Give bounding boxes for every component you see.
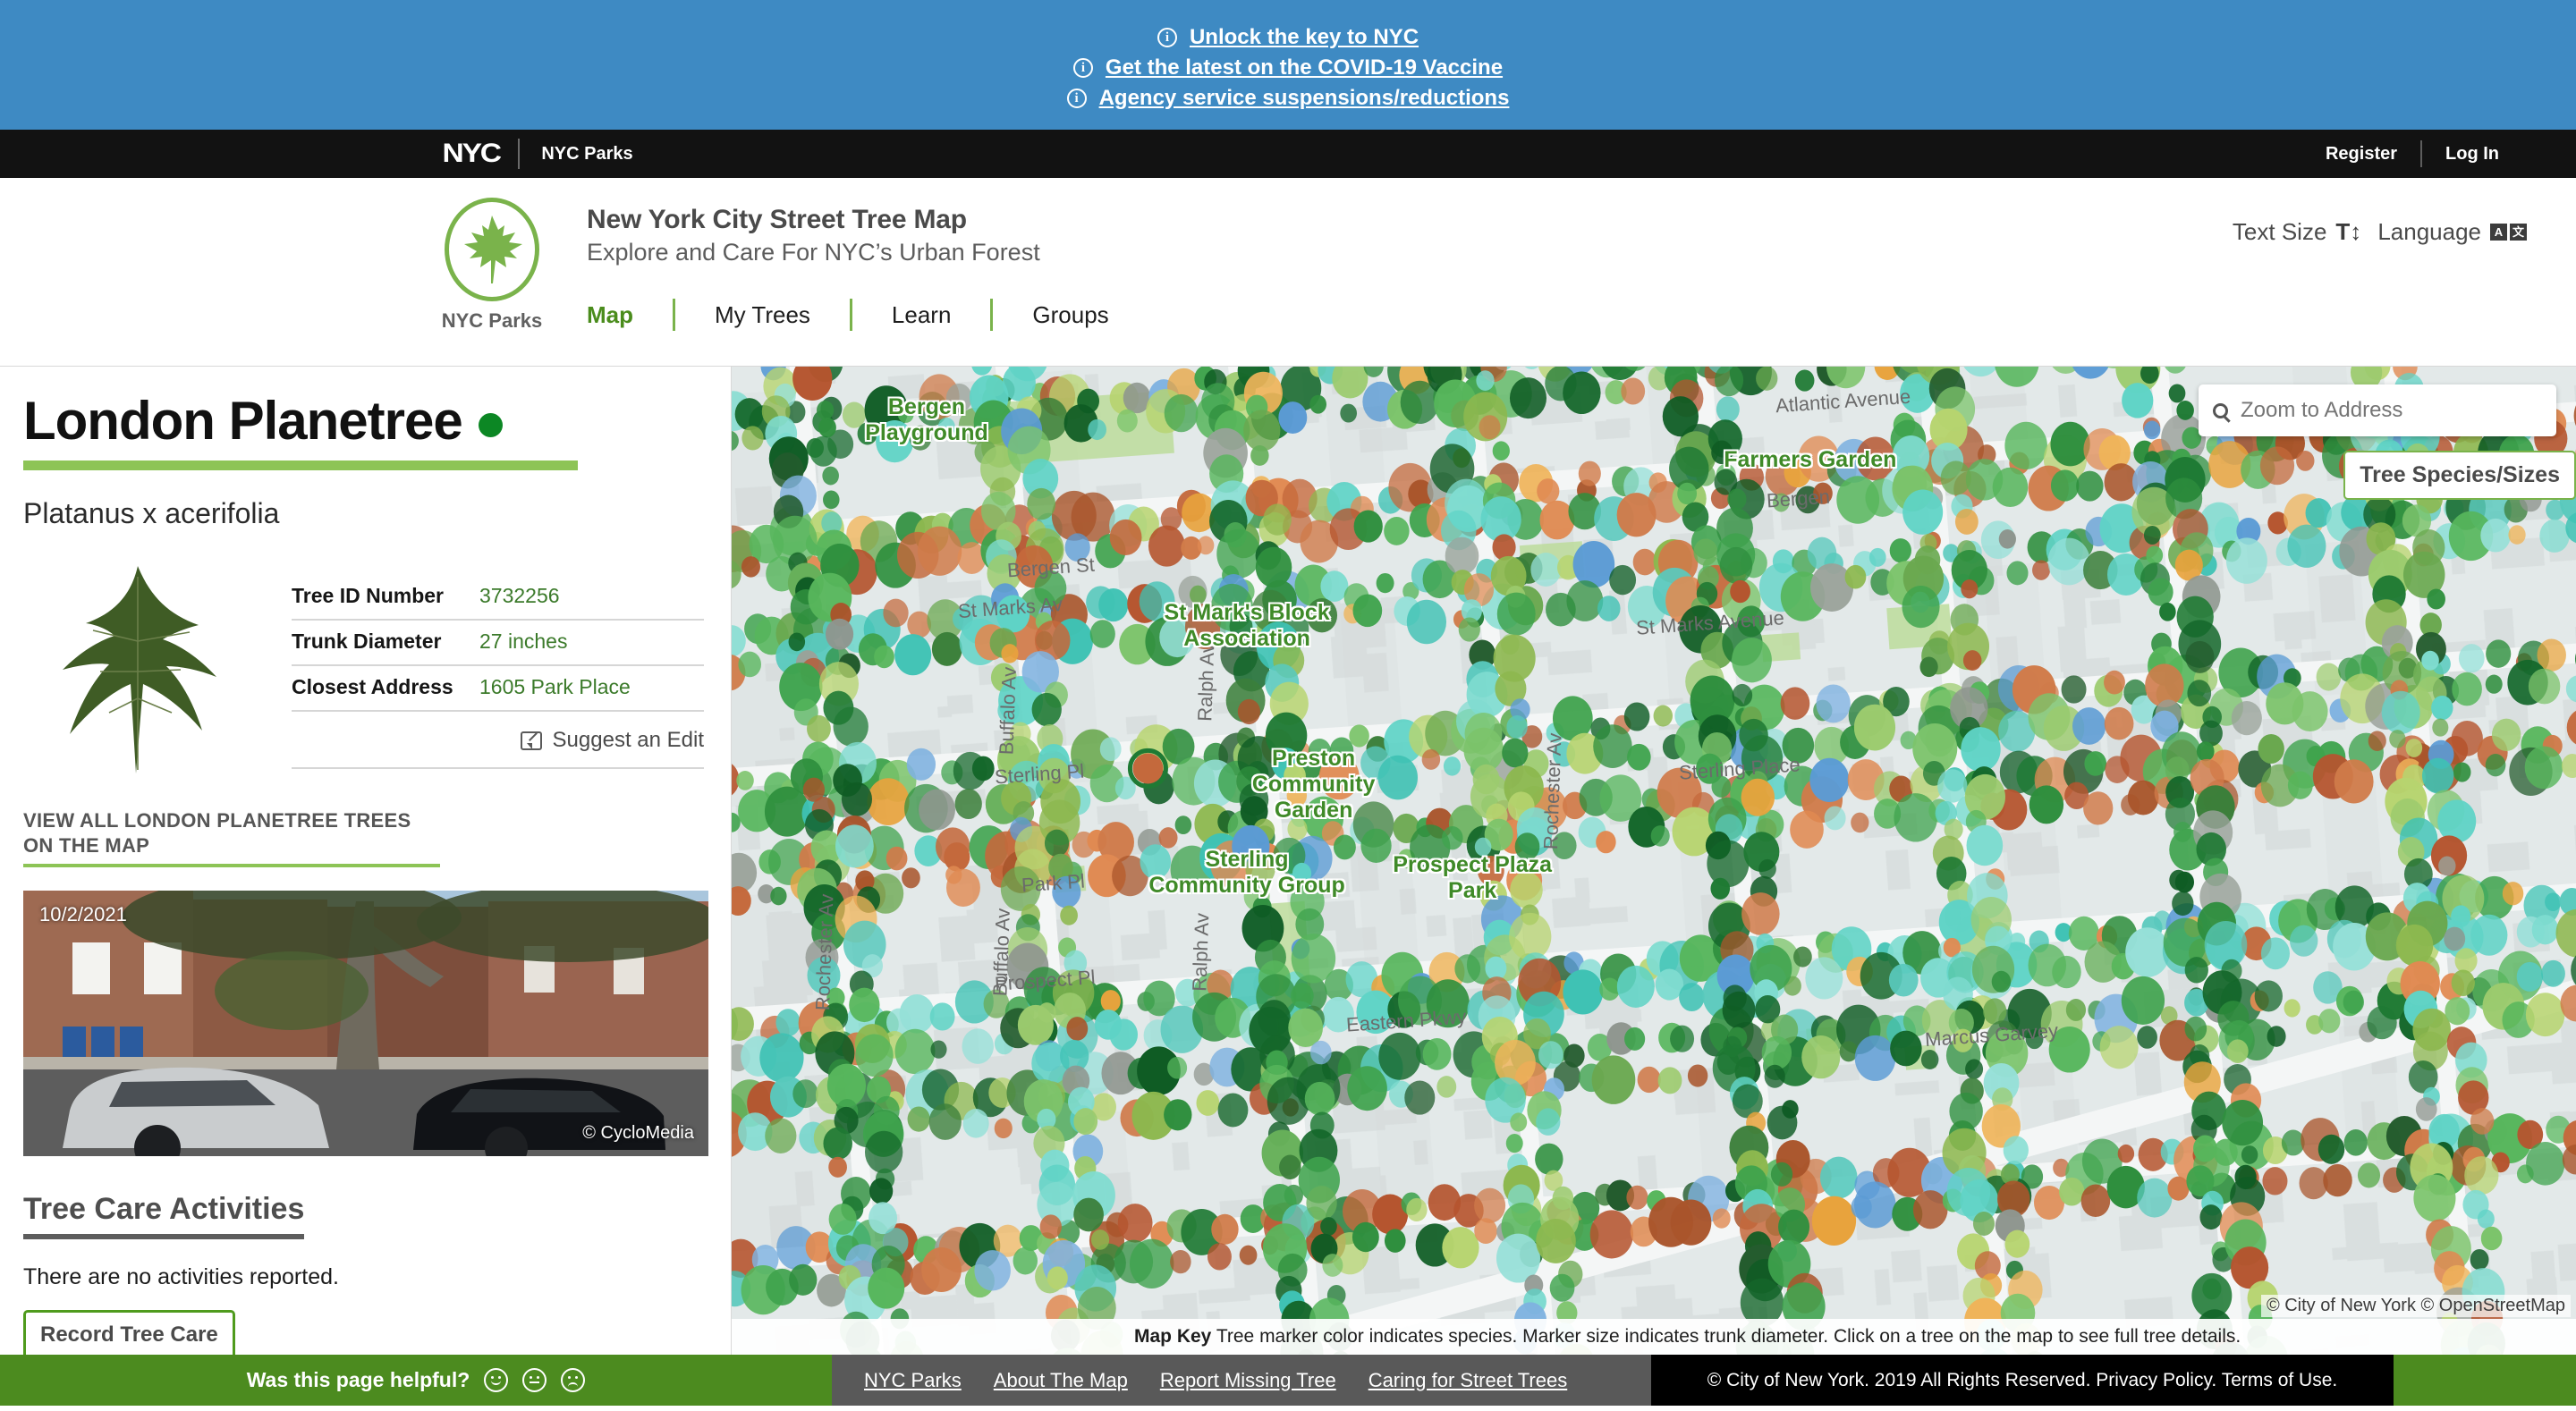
alert-banner: i Unlock the key to NYC i Get the latest… (0, 0, 2576, 130)
feedback-bar: Was this page helpful? (0, 1355, 832, 1406)
alert-link-unlock-key[interactable]: Unlock the key to NYC (1190, 25, 1419, 50)
translate-icon[interactable]: A 文 (2490, 224, 2527, 241)
info-icon: i (1066, 88, 1087, 108)
happy-face-icon[interactable] (484, 1368, 509, 1392)
map-canvas[interactable] (732, 367, 2576, 1355)
street-view-credit: © CycloMedia (582, 1123, 694, 1143)
tree-species-sizes-button[interactable]: Tree Species/Sizes (2343, 451, 2576, 500)
footer-link-caring-for-street-trees[interactable]: Caring for Street Trees (1352, 1369, 1584, 1392)
info-icon: i (1157, 27, 1177, 47)
nyc-global-bar: NYC NYC Parks Register Log In (0, 130, 2576, 178)
sad-face-icon[interactable] (561, 1368, 586, 1392)
alert-row: i Agency service suspensions/reductions (1066, 86, 1510, 111)
page-subtitle: Explore and Care For NYC’s Urban Forest (587, 239, 1040, 266)
nyc-brand[interactable]: NYC NYC Parks (443, 139, 633, 169)
species-color-dot (478, 413, 503, 437)
footer-link-nyc-parks[interactable]: NYC Parks (848, 1369, 978, 1392)
detail-value: 27 inches (479, 629, 568, 653)
nav-item-learn[interactable]: Learn (852, 301, 991, 329)
translate-icon-glyph-cjk: 文 (2510, 224, 2527, 241)
register-link[interactable]: Register (2302, 144, 2420, 165)
nav-item-groups[interactable]: Groups (993, 301, 1148, 329)
page-title: New York City Street Tree Map (587, 205, 967, 234)
main-nav: Map My Trees Learn Groups (587, 299, 1148, 331)
zoom-to-address-search[interactable] (2199, 384, 2556, 436)
account-links: Register Log In (2302, 140, 2522, 167)
edit-pencil-icon (520, 731, 542, 750)
nav-item-map[interactable]: Map (587, 301, 673, 329)
tree-care-activities-title: Tree Care Activities (23, 1192, 305, 1239)
divider (518, 139, 521, 169)
footer-copyright: © City of New York. 2019 All Rights Rese… (1707, 1369, 2338, 1390)
footer-links: NYC Parks About The Map Report Missing T… (832, 1355, 1651, 1406)
detail-row-trunk-diameter: Trunk Diameter 27 inches (292, 621, 704, 666)
alert-row: i Get the latest on the COVID-19 Vaccine (1072, 55, 1503, 80)
detail-value: 1605 Park Place (479, 675, 631, 698)
translate-icon-glyph-a: A (2490, 224, 2507, 241)
street-view-photo[interactable]: 10/2/2021 © CycloMedia (23, 891, 708, 1156)
agency-name[interactable]: NYC Parks (541, 144, 632, 165)
nav-item-my-trees[interactable]: My Trees (675, 301, 850, 329)
login-link[interactable]: Log In (2422, 144, 2522, 165)
text-size-control[interactable]: Text Size T↕ (2233, 218, 2361, 246)
detail-row-tree-id: Tree ID Number 3732256 (292, 575, 704, 621)
detail-label: Closest Address (292, 675, 453, 698)
tree-detail-table: Tree ID Number 3732256 Trunk Diameter 27… (283, 546, 704, 787)
nyc-logo[interactable]: NYC (443, 139, 502, 169)
site-logo-caption: NYC Parks (441, 309, 543, 332)
text-size-label: Text Size (2232, 218, 2327, 245)
tree-latin-name: Platanus x acerifolia (23, 497, 280, 529)
map-attribution: © City of New York © OpenStreetMap (2260, 1295, 2571, 1317)
tree-name-row: London Planetree (23, 390, 704, 452)
detail-label: Tree ID Number (292, 584, 444, 607)
alert-row: i Unlock the key to NYC (1157, 25, 1419, 50)
tree-common-name: London Planetree (23, 391, 463, 451)
detail-row-closest-address: Closest Address 1605 Park Place (292, 666, 704, 712)
suggest-edit-label: Suggest an Edit (552, 728, 704, 752)
maple-leaf-icon (445, 198, 539, 301)
language-label: Language (2377, 218, 2481, 245)
alert-link-service-suspensions[interactable]: Agency service suspensions/reductions (1099, 86, 1510, 111)
detail-value: 3732256 (479, 584, 560, 607)
tree-care-empty-message: There are no activities reported. (23, 1264, 339, 1289)
header-tools: Text Size T↕ Language A 文 (2233, 218, 2527, 246)
footer-copyright-bar: © City of New York. 2019 All Rights Rese… (1651, 1355, 2394, 1406)
map-key: Map Key Tree marker color indicates spec… (732, 1319, 2576, 1355)
title-underline (23, 460, 578, 470)
tree-map[interactable]: Tree Species/Sizes + − © City of New Yor… (732, 367, 2576, 1355)
feedback-question: Was this page helpful? (246, 1368, 470, 1391)
alert-link-covid-vaccine[interactable]: Get the latest on the COVID-19 Vaccine (1106, 55, 1503, 80)
map-key-text: Tree marker color indicates species. Mar… (1216, 1326, 2241, 1347)
footer-link-report-missing-tree[interactable]: Report Missing Tree (1144, 1369, 1352, 1392)
language-control[interactable]: Language A 文 (2377, 218, 2527, 246)
site-title-block: New York City Street Tree Map Explore an… (587, 198, 1148, 331)
search-icon (2213, 402, 2228, 418)
record-tree-care-button[interactable]: Record Tree Care (23, 1310, 235, 1355)
view-all-species-link[interactable]: VIEW ALL LONDON PLANETREE TREES ON THE M… (23, 808, 440, 867)
site-logo[interactable]: NYC Parks (438, 198, 546, 333)
footer-link-about-the-map[interactable]: About The Map (978, 1369, 1144, 1392)
suggest-edit-row: Suggest an Edit (292, 712, 704, 769)
detail-label: Trunk Diameter (292, 629, 442, 653)
footer-tail (2394, 1355, 2576, 1406)
main-content: London Planetree Platanus x acerifolia T… (0, 366, 2576, 1355)
leaf-image (23, 546, 283, 787)
street-view-date: 10/2/2021 (39, 903, 127, 925)
map-key-title: Map Key (1134, 1326, 1212, 1347)
suggest-edit-link[interactable]: Suggest an Edit (520, 728, 704, 753)
info-icon: i (1072, 57, 1093, 78)
site-header: NYC Parks New York City Street Tree Map … (0, 178, 2576, 366)
page-footer: Was this page helpful? NYC Parks About T… (0, 1355, 2576, 1406)
neutral-face-icon[interactable] (522, 1368, 547, 1392)
tree-detail-area: Tree ID Number 3732256 Trunk Diameter 27… (23, 546, 704, 787)
tree-detail-panel: London Planetree Platanus x acerifolia T… (0, 367, 732, 1355)
text-size-icon[interactable]: T↕ (2335, 218, 2361, 246)
search-input[interactable] (2241, 398, 2542, 423)
